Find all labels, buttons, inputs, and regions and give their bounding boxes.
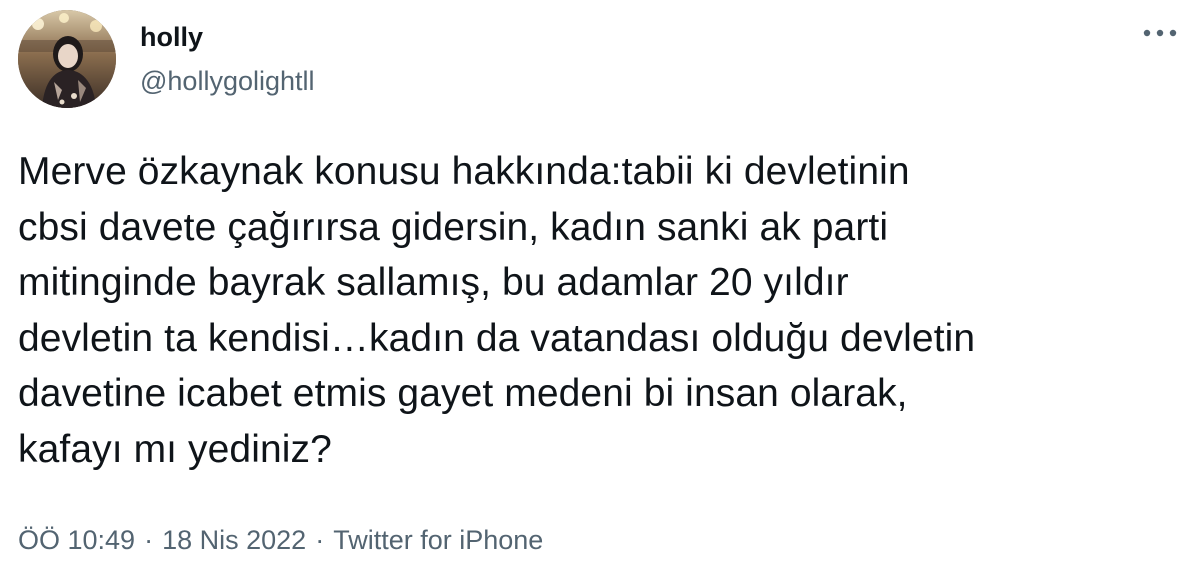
tweet-source[interactable]: Twitter for iPhone [333,525,543,555]
author-handle[interactable]: @hollygolightll [140,64,315,98]
tweet-time[interactable]: ÖÖ 10:49 [18,525,135,555]
tweet-metadata: ÖÖ 10:49 · 18 Nis 2022 · Twitter for iPhone [18,522,543,558]
avatar-image [18,10,116,108]
meta-separator: · [315,525,325,555]
more-icon [1143,29,1177,37]
tweet-date[interactable]: 18 Nis 2022 [162,525,306,555]
author-display-name[interactable]: holly [140,20,315,54]
meta-separator: · [144,525,154,555]
tweet-text: Merve özkaynak konusu hakkında:tabii ki … [18,150,976,471]
avatar[interactable] [18,10,116,108]
tweet-card: holly @hollygolightll Merve özkaynak kon… [0,0,1200,586]
author-info: holly @hollygolightll [140,20,315,98]
more-button[interactable] [1138,18,1182,48]
